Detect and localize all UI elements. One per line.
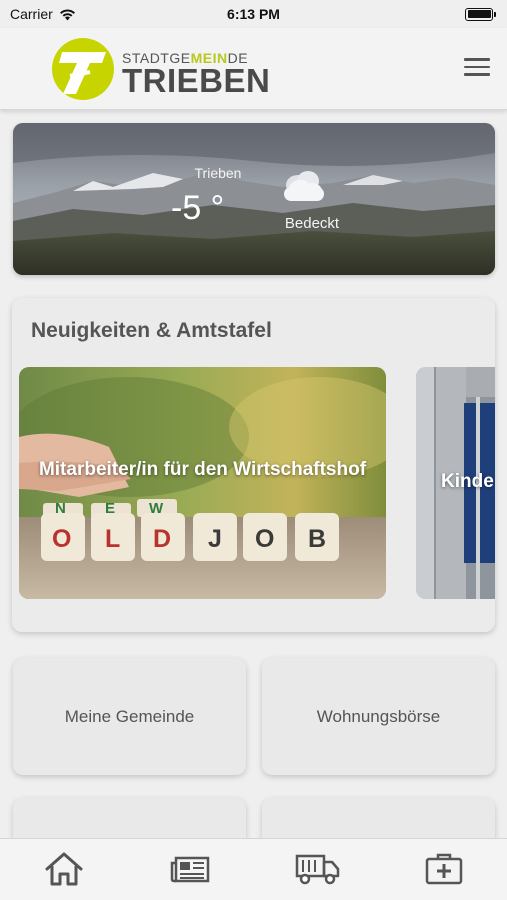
wifi-icon bbox=[59, 8, 75, 20]
news-card: Neuigkeiten & Amtstafel N E W O L D J O … bbox=[12, 298, 495, 632]
weather-condition: Bedeckt bbox=[284, 215, 340, 232]
truck-icon bbox=[295, 854, 340, 885]
carrier-label: Carrier bbox=[10, 6, 53, 22]
dice-letter: J bbox=[208, 525, 222, 553]
weather-temperature: -5 ° bbox=[171, 189, 225, 227]
dice-letter: E bbox=[105, 500, 116, 517]
tab-first-aid[interactable] bbox=[422, 849, 466, 889]
cloud-icon bbox=[284, 171, 324, 201]
news-item-title: Mitarbeiter/in für den Wirtschaftshof bbox=[38, 459, 367, 480]
weather-background-image bbox=[13, 123, 495, 275]
dice-letter: D bbox=[153, 525, 172, 553]
dice-letter: W bbox=[149, 500, 164, 517]
tab-news[interactable] bbox=[169, 849, 213, 889]
tab-bar bbox=[0, 838, 507, 900]
status-bar: Carrier 6:13 PM bbox=[0, 0, 507, 28]
first-aid-icon bbox=[425, 853, 463, 885]
weather-city: Trieben bbox=[194, 165, 242, 181]
news-item-title: Kinde bbox=[441, 471, 494, 492]
dice-letter: O bbox=[255, 525, 275, 553]
battery-icon bbox=[465, 7, 496, 21]
tile-label: Wohnungsbörse bbox=[316, 706, 441, 726]
app-header: STADTGEMEINDE TRIEBEN bbox=[0, 28, 507, 110]
tab-truck[interactable] bbox=[294, 849, 340, 889]
tile-meine-gemeinde[interactable]: Meine Gemeinde bbox=[13, 658, 246, 775]
status-time: 6:13 PM bbox=[227, 6, 280, 22]
dice-letter: L bbox=[105, 525, 121, 553]
tile-wohnungsboerse[interactable]: Wohnungsbörse bbox=[262, 658, 495, 775]
dice-letters-top: N E W bbox=[19, 500, 386, 520]
dice-letters-bottom: O L D J O B bbox=[19, 525, 386, 555]
tile-label: Meine Gemeinde bbox=[64, 706, 195, 726]
news-section-title: Neuigkeiten & Amtstafel bbox=[31, 319, 272, 342]
hamburger-menu-icon[interactable] bbox=[464, 58, 490, 78]
dice-letter: N bbox=[55, 500, 66, 517]
newspaper-icon bbox=[170, 856, 210, 883]
logo-wordmark-bottom: TRIEBEN bbox=[122, 62, 271, 99]
home-icon bbox=[45, 852, 83, 886]
weather-card[interactable]: Trieben -5 ° Bedeckt bbox=[13, 123, 495, 275]
news-item[interactable]: Kinde bbox=[416, 367, 495, 599]
dice-letter: B bbox=[308, 525, 327, 553]
logo[interactable]: STADTGEMEINDE TRIEBEN bbox=[50, 36, 270, 102]
news-item[interactable]: N E W O L D J O B Mitarbeiter/in für den… bbox=[19, 367, 386, 599]
logo-mark-icon bbox=[52, 38, 114, 100]
dice-letter: O bbox=[52, 525, 72, 553]
tab-home[interactable] bbox=[42, 849, 86, 889]
